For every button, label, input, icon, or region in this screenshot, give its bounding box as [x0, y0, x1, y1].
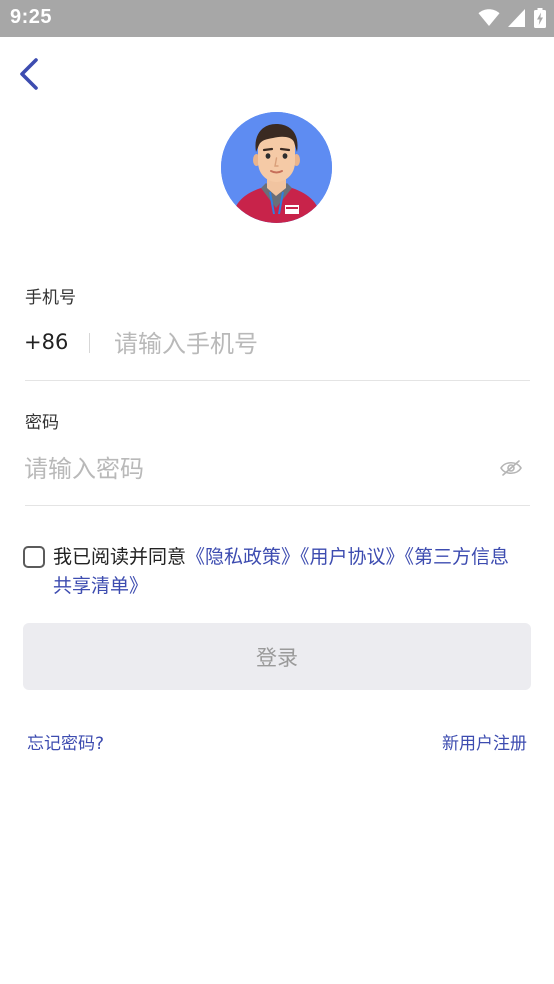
country-code-selector[interactable]: +86: [24, 330, 68, 354]
login-button[interactable]: 登录: [23, 623, 531, 690]
user-agreement-link[interactable]: 《用户协议》: [300, 546, 405, 568]
signal-icon: [508, 9, 525, 27]
password-underline: [25, 505, 530, 506]
agreement-prefix: 我已阅读并同意: [53, 546, 187, 568]
battery-charging-icon: [534, 8, 546, 28]
avatar: [221, 112, 332, 223]
chevron-left-icon: [20, 58, 38, 90]
wifi-icon: [478, 9, 500, 27]
privacy-policy-link[interactable]: 《隐私政策》: [186, 546, 300, 568]
phone-input[interactable]: [114, 326, 514, 362]
password-visibility-toggle[interactable]: [499, 458, 523, 478]
forgot-password-link[interactable]: 忘记密码?: [27, 729, 104, 754]
password-label: 密码: [25, 413, 59, 433]
status-bar: 9:25: [0, 0, 554, 37]
password-input[interactable]: [24, 451, 484, 487]
register-link[interactable]: 新用户注册: [442, 729, 527, 754]
agreement-checkbox[interactable]: [23, 546, 45, 568]
eye-off-icon: [500, 460, 522, 476]
status-icons: [478, 8, 546, 28]
agreement-text: 我已阅读并同意《隐私政策》《用户协议》《第三方信息共享清单》: [53, 543, 523, 601]
user-avatar-illustration: [221, 112, 332, 223]
phone-underline: [25, 380, 530, 381]
status-time: 9:25: [10, 6, 53, 28]
country-code-divider: [89, 333, 90, 353]
phone-label: 手机号: [25, 288, 76, 308]
back-button[interactable]: [14, 56, 50, 92]
